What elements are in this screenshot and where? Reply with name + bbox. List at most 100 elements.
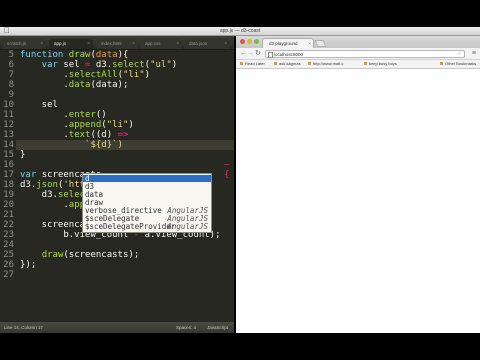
code-line: .data(data); [20, 80, 128, 90]
bookmark-star-icon[interactable]: ☆ [458, 51, 462, 58]
code-token: select [112, 60, 145, 70]
bookmark-item[interactable]: keep busy boys [364, 60, 397, 68]
bookmark-icon [240, 62, 243, 66]
autocomplete-item[interactable]: draw [83, 198, 211, 207]
autocomplete-item-name: verbose_directive [85, 206, 162, 215]
code-token: . [20, 80, 69, 90]
code-editor: scratch.js × app.js × index.html × app.css × dat… [0, 36, 234, 333]
close-tab-icon[interactable]: × [176, 39, 179, 49]
forward-icon[interactable]: → [247, 49, 254, 59]
line-number: 14 [3, 140, 14, 150]
browser-tab-strip: d3 playground × [236, 36, 480, 48]
page-icon [268, 52, 273, 58]
bookmark-label: Read Later [245, 61, 265, 66]
autocomplete-item[interactable]: $sceDelegate AngularJS [83, 214, 211, 223]
line-number: 15 [3, 150, 14, 160]
code-line: .text((d) => [20, 130, 128, 140]
code-token: draw [41, 250, 64, 260]
code-token: var [20, 60, 64, 70]
line-number: 5 [8, 50, 14, 60]
code-line: }); [20, 260, 36, 270]
code-token: }); [20, 260, 37, 270]
autocomplete-item-name: draw [85, 198, 104, 207]
bookmarks-bar: Other Bookmarks Read Later ask-kagmas http… [236, 60, 480, 69]
close-tab-icon[interactable]: × [308, 39, 311, 48]
line-number: 9 [8, 90, 14, 100]
minimize-window-icon[interactable] [247, 39, 252, 44]
bookmark-item[interactable]: ask-kagmas [274, 60, 301, 68]
syntax-selector[interactable]: JavaScript [207, 322, 228, 333]
code-token: var [20, 170, 42, 180]
code-line: draw(screencasts); [20, 250, 140, 260]
autocomplete-item[interactable]: $sceDelegateProvider AngularJS [83, 222, 211, 231]
editor-tab-label: data.json [189, 41, 208, 46]
address-bar[interactable]: localhost:8000 ☆ [265, 50, 465, 58]
folder-icon [440, 62, 443, 66]
close-tab-icon[interactable]: × [40, 39, 43, 49]
editor-tab[interactable]: app.js × [49, 39, 93, 49]
line-number: 12 [3, 120, 14, 130]
code-token: . [20, 200, 69, 210]
bookmark-icon [364, 62, 367, 66]
code-token: d3. [20, 190, 58, 200]
bookmark-icon [308, 62, 311, 66]
browser-window: d3 playground × ← → ↻ localhost:8000 ☆ ≡… [236, 36, 480, 333]
editor-tab[interactable]: app.css × [140, 39, 182, 49]
bookmark-label: keep busy boys [369, 61, 397, 66]
code-token: data [68, 80, 91, 90]
new-tab-button[interactable] [314, 40, 327, 47]
code-token: ) [171, 60, 178, 70]
close-tab-icon[interactable]: × [224, 39, 227, 49]
code-line: .selectAll("li") [20, 70, 150, 80]
autocomplete-item[interactable]: data [83, 190, 211, 199]
status-bar: Line 14, Column 17 Spaces: 4 JavaScript [0, 322, 234, 333]
code-token: `${d}`) [20, 140, 123, 150]
window-title: app.js — d3-coast [219, 28, 261, 34]
autocomplete-item-name: data [85, 190, 104, 199]
editor-tab[interactable]: data.json × [184, 39, 230, 49]
line-number: 19 [3, 190, 14, 200]
code-token: json [36, 180, 58, 190]
browser-toolbar: ← → ↻ localhost:8000 ☆ ≡ [236, 48, 480, 60]
indentation-setting[interactable]: Spaces: 4 [176, 322, 196, 333]
autocomplete-item-hint: AngularJS [167, 214, 208, 223]
code-token: . [20, 70, 69, 80]
code-token: . [20, 110, 69, 120]
editor-tab[interactable]: index.html × [96, 39, 138, 49]
back-icon[interactable]: ← [240, 49, 247, 59]
reload-icon[interactable]: ↻ [255, 49, 261, 59]
menu-icon[interactable]: ≡ [472, 49, 476, 59]
code-line: } [20, 150, 25, 160]
close-window-icon[interactable] [240, 39, 245, 44]
line-number: 23 [3, 230, 14, 240]
close-tab-icon[interactable]: × [87, 39, 90, 49]
autocomplete-item[interactable]: d3 [83, 182, 211, 191]
line-number: 20 [3, 200, 14, 210]
autocomplete-item-name: d3 [85, 182, 95, 191]
line-number-gutter: 5 6 7 8 9 10 11 12 13 14 15 16 17 18 19 20 21 22 23 24 25 26 2… [0, 50, 16, 320]
line-number: 11 [3, 110, 14, 120]
page-content[interactable] [236, 69, 480, 333]
overflow-marker: —{ [224, 160, 230, 180]
line-number: 25 [3, 250, 14, 260]
bookmark-item[interactable]: http://www.matt.c [308, 60, 343, 68]
autocomplete-item-name: $sceDelegateProvider [85, 222, 176, 231]
editor-tab[interactable]: scratch.js × [2, 39, 46, 49]
autocomplete-item-name: $sceDelegate [85, 214, 140, 223]
code-token: d3. [95, 60, 113, 70]
other-bookmarks[interactable]: Other Bookmarks [440, 60, 476, 68]
editor-tab-label: index.html [101, 41, 122, 46]
line-number: 7 [8, 70, 14, 80]
autocomplete-popup[interactable]: d d3 data draw verbose_directive AngularJS $sc… [82, 173, 212, 233]
bookmark-item[interactable]: Read Later [240, 60, 265, 68]
code-token: text [68, 130, 91, 140]
code-token: (screencasts); [63, 250, 140, 260]
cursor-position: Line 14, Column 17 [4, 325, 44, 330]
zoom-window-icon[interactable] [254, 39, 259, 44]
autocomplete-item[interactable]: d [83, 175, 211, 182]
close-tab-icon[interactable]: × [132, 39, 135, 49]
code-token: "li" [122, 70, 145, 80]
line-number: 18 [3, 180, 14, 190]
autocomplete-item[interactable]: verbose_directive AngularJS [83, 206, 211, 215]
browser-tab[interactable]: d3 playground × [262, 38, 314, 48]
